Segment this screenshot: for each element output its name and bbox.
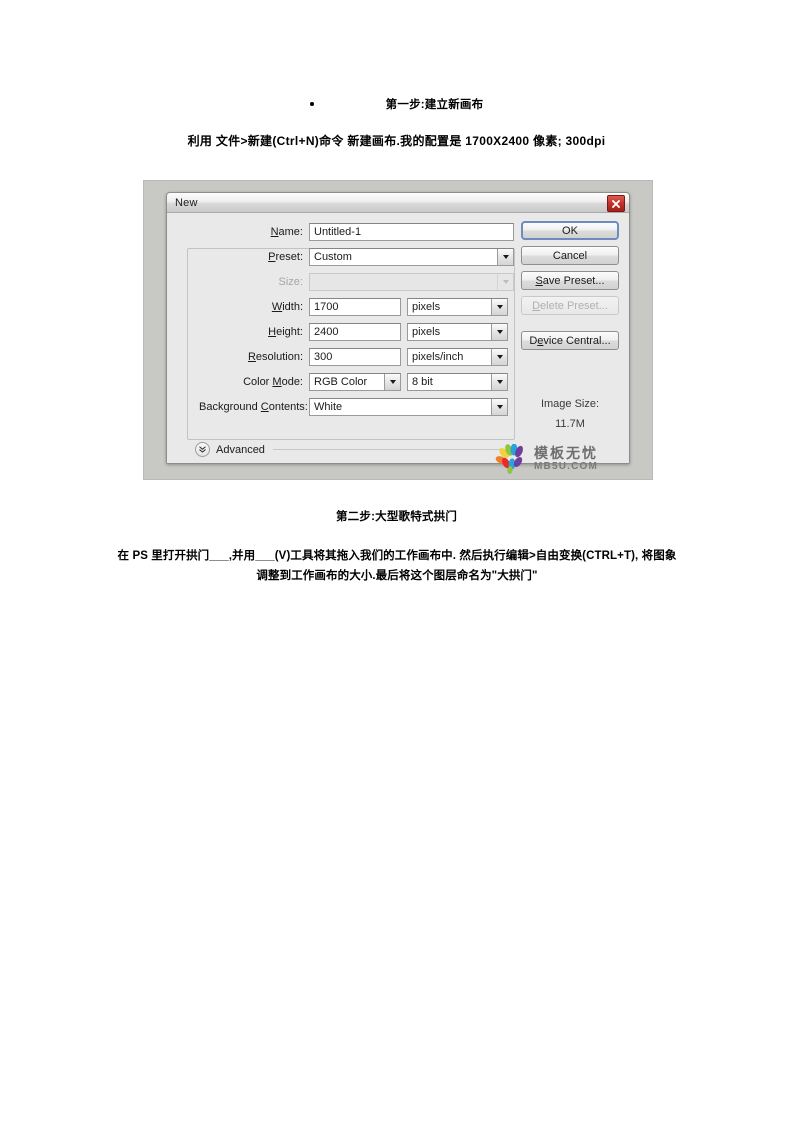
resolution-label: Resolution: bbox=[247, 351, 303, 363]
bullet-point-icon bbox=[309, 101, 314, 106]
dialog-button-column: OK Cancel Save Preset... Delete Preset..… bbox=[521, 221, 619, 356]
color-mode-row: Color Mode: RGB Color 8 bit bbox=[199, 373, 508, 391]
name-input-value: Untitled-1 bbox=[314, 226, 362, 238]
name-label: Name: bbox=[270, 226, 303, 238]
width-row: Width: 1700 pixels bbox=[199, 298, 508, 316]
chevron-down-icon bbox=[491, 374, 507, 390]
height-unit-select[interactable]: pixels bbox=[407, 323, 508, 341]
chevron-down-icon bbox=[491, 324, 507, 340]
image-size-value: 11.7M bbox=[555, 418, 585, 430]
width-input-value: 1700 bbox=[314, 301, 339, 313]
step1-heading: 第一步:建立新画布 bbox=[385, 99, 484, 111]
watermark-chinese: 模板无忧 bbox=[534, 445, 598, 461]
preset-select[interactable]: Custom bbox=[309, 248, 514, 266]
preset-row: Preset: Custom bbox=[199, 248, 514, 266]
height-input[interactable]: 2400 bbox=[309, 323, 401, 341]
delete-preset-button: Delete Preset... bbox=[521, 296, 619, 315]
image-size-label: Image Size: bbox=[540, 398, 600, 410]
watermark-text: 模板无忧 MB5U.COM bbox=[534, 446, 598, 472]
height-label: Height: bbox=[268, 326, 303, 338]
device-central-button[interactable]: Device Central... bbox=[521, 331, 619, 350]
step2-paragraph: 在 PS 里打开拱门___,并用___(V)工具将其拖入我们的工作画布中. 然后… bbox=[112, 546, 682, 586]
save-preset-button[interactable]: Save Preset... bbox=[521, 271, 619, 290]
advanced-section-toggle[interactable]: Advanced bbox=[195, 442, 505, 457]
dialog-body: Name: Untitled-1 Preset: Custom Size: Wi… bbox=[167, 213, 629, 463]
name-input[interactable]: Untitled-1 bbox=[309, 223, 514, 241]
size-select bbox=[309, 273, 514, 291]
image-size-block: Image Size: 11.7M bbox=[521, 398, 619, 430]
advanced-label: Advanced bbox=[216, 443, 265, 456]
bit-depth-value: 8 bit bbox=[412, 376, 433, 388]
watermark: 模板无忧 MB5U.COM bbox=[495, 442, 645, 476]
step1-paragraph: 利用 文件>新建(Ctrl+N)命令 新建画布.我的配置是 1700X2400 … bbox=[187, 134, 606, 148]
chevron-down-icon bbox=[384, 374, 400, 390]
height-unit-value: pixels bbox=[412, 326, 441, 338]
step1-heading-line: 第一步:建立新画布 bbox=[0, 96, 793, 112]
width-label: Width: bbox=[271, 301, 303, 313]
watermark-latin: MB5U.COM bbox=[534, 461, 599, 472]
height-input-value: 2400 bbox=[314, 326, 339, 338]
ok-button[interactable]: OK bbox=[521, 221, 619, 240]
bit-depth-select[interactable]: 8 bit bbox=[407, 373, 508, 391]
dialog-title: New bbox=[175, 196, 198, 209]
color-mode-value: RGB Color bbox=[314, 376, 368, 388]
resolution-row: Resolution: 300 pixels/inch bbox=[199, 348, 508, 366]
close-icon[interactable] bbox=[607, 195, 625, 212]
name-row: Name: Untitled-1 bbox=[249, 223, 514, 241]
dialog-form-column: Name: Untitled-1 Preset: Custom Size: Wi… bbox=[167, 213, 523, 463]
chevron-down-icon bbox=[497, 249, 513, 265]
color-mode-label: Color Mode: bbox=[243, 376, 303, 388]
height-row: Height: 2400 pixels bbox=[199, 323, 508, 341]
dialog-titlebar: New bbox=[167, 193, 629, 213]
cancel-button[interactable]: Cancel bbox=[521, 246, 619, 265]
width-unit-value: pixels bbox=[412, 301, 441, 313]
size-row: Size: bbox=[199, 273, 514, 291]
resolution-unit-select[interactable]: pixels/inch bbox=[407, 348, 508, 366]
width-unit-select[interactable]: pixels bbox=[407, 298, 508, 316]
chevron-down-icon bbox=[491, 349, 507, 365]
advanced-divider bbox=[272, 449, 505, 450]
resolution-input[interactable]: 300 bbox=[309, 348, 401, 366]
step2-heading: 第二步:大型歌特式拱门 bbox=[335, 511, 458, 523]
preset-select-value: Custom bbox=[314, 251, 352, 263]
peacock-logo-icon bbox=[495, 444, 523, 474]
background-contents-row: Background Contents: White bbox=[199, 398, 508, 416]
background-contents-select[interactable]: White bbox=[309, 398, 508, 416]
preset-label: Preset: bbox=[268, 251, 303, 263]
photoshop-new-dialog: New Name: Untitled-1 Preset: Custom Size… bbox=[166, 192, 630, 464]
resolution-unit-value: pixels/inch bbox=[412, 351, 464, 363]
chevron-double-down-icon bbox=[195, 442, 210, 457]
step2-paragraph-line1: 在 PS 里打开拱门___,并用___(V)工具将其拖入我们的工作画布中. 然后… bbox=[117, 550, 639, 562]
chevron-down-icon bbox=[491, 299, 507, 315]
size-label: Size: bbox=[278, 276, 303, 288]
chevron-down-icon bbox=[491, 399, 507, 415]
width-input[interactable]: 1700 bbox=[309, 298, 401, 316]
color-mode-select[interactable]: RGB Color bbox=[309, 373, 401, 391]
background-contents-label: Background Contents: bbox=[199, 401, 308, 413]
background-contents-value: White bbox=[314, 401, 343, 413]
resolution-input-value: 300 bbox=[314, 351, 333, 363]
embedded-screenshot: New Name: Untitled-1 Preset: Custom Size… bbox=[143, 180, 653, 480]
chevron-down-icon bbox=[497, 274, 513, 290]
